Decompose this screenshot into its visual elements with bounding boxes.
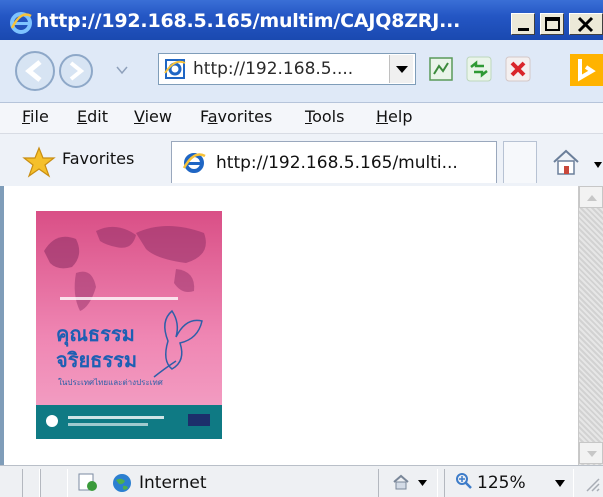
menu-edit[interactable]: Edit (77, 107, 108, 126)
scroll-down-icon (587, 451, 597, 457)
cover-subtitle: ในประเทศไทยและต่างประเทศ (58, 378, 163, 387)
window-title: http://192.168.5.165/multim/CAJQ8ZRJ... (36, 10, 461, 32)
back-icon[interactable] (14, 50, 56, 92)
home-icon[interactable] (551, 148, 581, 176)
menu-favorites-prefix: F (200, 107, 208, 126)
scroll-up-button[interactable] (579, 186, 603, 208)
menu-favorites-accesskey: a (207, 107, 218, 126)
browser-tab[interactable]: http://192.168.5.165/multi... (171, 141, 497, 183)
chevron-down-icon[interactable] (418, 480, 427, 486)
address-dropdown-button[interactable] (389, 55, 413, 83)
cover-title-line1: คุณธรรม (56, 322, 135, 347)
zoom-icon[interactable] (455, 472, 473, 490)
forward-icon[interactable] (58, 53, 94, 89)
internet-explorer-icon (10, 12, 32, 34)
minimize-icon (518, 28, 529, 31)
refresh-icon[interactable] (466, 56, 492, 82)
home-dropdown-icon[interactable] (594, 162, 602, 168)
menu-edit-accesskey: E (77, 107, 88, 126)
menu-view[interactable]: View (134, 107, 172, 126)
menu-help-label: elp (388, 107, 413, 126)
favorites-star-icon[interactable] (22, 146, 56, 178)
menu-help[interactable]: Help (376, 107, 412, 126)
menu-view-label: iew (144, 107, 172, 126)
chevron-down-icon (396, 66, 408, 73)
maximize-button[interactable] (540, 13, 564, 35)
internet-explorer-icon (182, 153, 206, 173)
status-cell (40, 469, 68, 497)
vertical-scrollbar[interactable] (578, 186, 603, 465)
maximize-icon (545, 17, 560, 31)
menu-tools-label: ools (312, 107, 345, 126)
menu-favorites[interactable]: Favorites (200, 107, 272, 126)
resize-grip-icon[interactable] (583, 475, 601, 493)
book-cover-image[interactable]: คุณธรรม จริยธรรม ในประเทศไทยและต่างประเท… (36, 211, 222, 439)
history-dropdown-icon[interactable] (116, 65, 128, 75)
add-on-manager-icon[interactable] (390, 472, 412, 492)
scroll-up-icon (587, 195, 597, 201)
address-bar[interactable]: http://192.168.5.... (158, 53, 416, 85)
new-tab-button[interactable] (503, 141, 537, 183)
page-icon (164, 59, 186, 79)
minimize-button[interactable] (511, 13, 535, 35)
menu-file-label: ile (30, 107, 49, 126)
zoom-dropdown-icon[interactable] (555, 480, 565, 487)
compatibility-view-icon[interactable] (428, 56, 454, 82)
zoom-level[interactable]: 125% (477, 473, 526, 493)
menu-file-accesskey: F (22, 107, 31, 126)
menu-view-accesskey: V (134, 107, 145, 126)
favorites-button[interactable]: Favorites (62, 149, 134, 168)
security-zone-label: Internet (139, 473, 207, 493)
address-input[interactable]: http://192.168.5.... (193, 59, 353, 79)
bing-search-icon[interactable] (570, 54, 603, 86)
cover-title-line2: จริยธรรม (56, 348, 137, 372)
menu-file[interactable]: File (22, 107, 49, 126)
stop-icon[interactable] (505, 56, 531, 82)
browser-window: http://192.168.5.165/multim/CAJQ8ZRJ... … (0, 0, 603, 497)
close-icon (577, 16, 594, 33)
internet-zone-globe-icon[interactable] (111, 472, 133, 494)
close-button[interactable] (569, 13, 603, 35)
tab-title: http://192.168.5.165/multi... (216, 153, 458, 173)
menu-favorites-label: vorites (217, 107, 273, 126)
menu-help-accesskey: H (376, 107, 389, 126)
menu-tools-accesskey: T (305, 107, 313, 126)
protected-mode-icon[interactable] (76, 471, 100, 493)
menu-tools[interactable]: Tools (305, 107, 344, 126)
status-cell (22, 469, 40, 497)
scroll-down-button[interactable] (579, 442, 603, 464)
menu-edit-label: dit (87, 107, 108, 126)
